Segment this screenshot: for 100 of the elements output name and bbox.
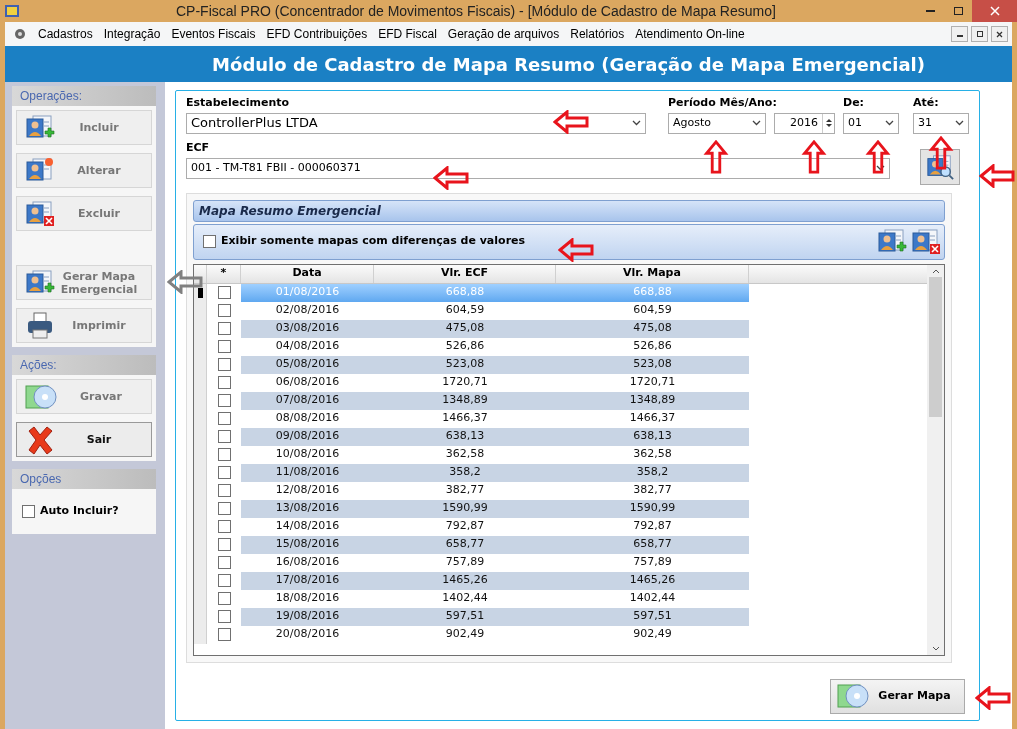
annotation-arrow-icon [979, 164, 1015, 188]
menu-item[interactable]: Integração [103, 25, 161, 43]
menu-item[interactable]: EFD Fiscal [378, 25, 437, 43]
scrollbar[interactable] [927, 264, 944, 655]
section-title: Opções [12, 469, 156, 489]
checkbox[interactable] [217, 484, 231, 497]
table-row[interactable]: 09/08/2016 638,13 638,13 [194, 427, 927, 446]
table-row[interactable]: 15/08/2016 658,77 658,77 [194, 535, 927, 554]
table-row[interactable]: 20/08/2016 902,49 902,49 [194, 625, 927, 644]
field-label: Até: [913, 95, 940, 111]
checkbox[interactable] [217, 340, 231, 353]
checkbox[interactable] [217, 394, 231, 407]
table-row[interactable]: 18/08/2016 1402,44 1402,44 [194, 589, 927, 608]
month-dropdown[interactable]: Agosto [668, 112, 766, 134]
minimize-icon[interactable] [951, 26, 968, 42]
module-heading: Módulo de Cadastro de Mapa Resumo (Geração de Mapa Emergencial) [212, 52, 925, 77]
table-row[interactable]: 17/08/2016 1465,26 1465,26 [194, 571, 927, 590]
field-label: Período Mês/Ano: [668, 95, 778, 111]
checkbox[interactable] [203, 235, 216, 248]
column-header[interactable]: Vlr. ECF [374, 264, 556, 283]
menu-item[interactable]: EFD Contribuições [266, 25, 368, 43]
checkbox[interactable] [217, 538, 231, 551]
annotation-arrow-icon [975, 686, 1011, 710]
table-row[interactable]: 08/08/2016 1466,37 1466,37 [194, 409, 927, 428]
disc-icon [837, 681, 871, 711]
ecf-dropdown[interactable]: 001 - TM-T81 FBII - 000060371 [186, 157, 890, 179]
column-header[interactable]: Vlr. Mapa [556, 264, 749, 283]
checkbox[interactable] [217, 520, 231, 533]
close-icon[interactable] [991, 26, 1008, 42]
checkbox[interactable] [217, 628, 231, 641]
checkbox[interactable] [217, 610, 231, 623]
column-header[interactable]: Data [241, 264, 374, 283]
checkbox[interactable] [217, 304, 231, 317]
chevron-down-icon [632, 120, 641, 126]
table-row[interactable]: 10/08/2016 362,58 362,58 [194, 445, 927, 464]
person-card-delete-icon [25, 198, 55, 229]
column-header[interactable]: * [207, 264, 241, 283]
table-row[interactable]: 03/08/2016 475,08 475,08 [194, 319, 927, 338]
table-row[interactable]: 12/08/2016 382,77 382,77 [194, 481, 927, 500]
to-day-dropdown[interactable]: 31 [913, 112, 969, 134]
spin-down-icon[interactable] [825, 124, 832, 128]
checkbox-label: Exibir somente mapas com diferenças de valores [221, 233, 526, 250]
spin-up-icon[interactable] [825, 118, 832, 122]
table-row[interactable]: 04/08/2016 526,86 526,86 [194, 337, 927, 356]
menu-item[interactable]: Geração de arquivos [447, 25, 560, 43]
checkbox[interactable] [217, 502, 231, 515]
table-row[interactable]: 16/08/2016 757,89 757,89 [194, 553, 927, 572]
chevron-down-icon [885, 120, 894, 126]
grid-title: Mapa Resumo Emergencial [199, 202, 381, 220]
app-icon [4, 3, 20, 19]
field-label: ECF [186, 140, 211, 156]
establishment-dropdown[interactable]: ControllerPlus LTDA [186, 112, 646, 134]
table-row[interactable]: 14/08/2016 792,87 792,87 [194, 517, 927, 536]
restore-icon[interactable] [971, 26, 988, 42]
annotation-arrow-icon [433, 166, 469, 190]
menu-item[interactable]: Eventos Fiscais [171, 25, 256, 43]
annotation-arrow-icon [928, 136, 954, 170]
checkbox[interactable] [217, 448, 231, 461]
checkbox[interactable] [217, 556, 231, 569]
checkbox[interactable] [217, 412, 231, 425]
table-row[interactable]: 07/08/2016 1348,89 1348,89 [194, 391, 927, 410]
checkbox[interactable] [217, 376, 231, 389]
menu-item[interactable]: Relatórios [570, 25, 625, 43]
annotation-arrow-icon [865, 140, 891, 174]
table-row[interactable]: 05/08/2016 523,08 523,08 [194, 355, 927, 374]
field-label: Estabelecimento [186, 95, 291, 111]
checkbox[interactable] [217, 592, 231, 605]
table-row[interactable]: 02/08/2016 604,59 604,59 [194, 301, 927, 320]
table-row[interactable]: 11/08/2016 358,2 358,2 [194, 463, 927, 482]
chevron-down-icon [876, 165, 885, 171]
from-day-dropdown[interactable]: 01 [843, 112, 899, 134]
checkbox[interactable] [217, 430, 231, 443]
annotation-arrow-icon [558, 238, 594, 262]
annotation-arrow-icon [167, 270, 203, 294]
checkbox[interactable] [217, 286, 231, 299]
sidebar-button[interactable]: Sair [16, 422, 152, 457]
section-title: Operações: [12, 86, 156, 106]
table-row[interactable]: 13/08/2016 1590,99 1590,99 [194, 499, 927, 518]
chevron-down-icon [955, 120, 964, 126]
chevron-down-icon [752, 120, 761, 126]
checkbox[interactable] [22, 504, 35, 518]
gear-icon[interactable] [13, 27, 27, 41]
generate-map-button[interactable]: Gerar Mapa [830, 678, 965, 714]
menu-item[interactable]: Cadastros [38, 25, 93, 43]
year-spinner[interactable]: 2016 [774, 112, 835, 134]
printer-icon [25, 310, 55, 341]
person-card-search-icon [926, 152, 954, 181]
checkbox[interactable] [217, 574, 231, 587]
checkbox[interactable] [217, 466, 231, 479]
checkbox[interactable] [217, 358, 231, 371]
person-card-delete-icon [911, 226, 941, 257]
annotation-arrow-icon [703, 140, 729, 174]
field-label: De: [843, 95, 865, 111]
section-title: Ações: [12, 355, 156, 375]
table-row[interactable]: 06/08/2016 1720,71 1720,71 [194, 373, 927, 392]
window-title: CP-Fiscal PRO (Concentrador de Movimentos Fiscais) - [Módulo de Cadastro de Mapa Resumo] [176, 1, 776, 21]
checkbox[interactable] [217, 322, 231, 335]
menu-item[interactable]: Atendimento On-line [635, 25, 745, 43]
annotation-arrow-icon [553, 110, 589, 134]
table-row[interactable]: 19/08/2016 597,51 597,51 [194, 607, 927, 626]
